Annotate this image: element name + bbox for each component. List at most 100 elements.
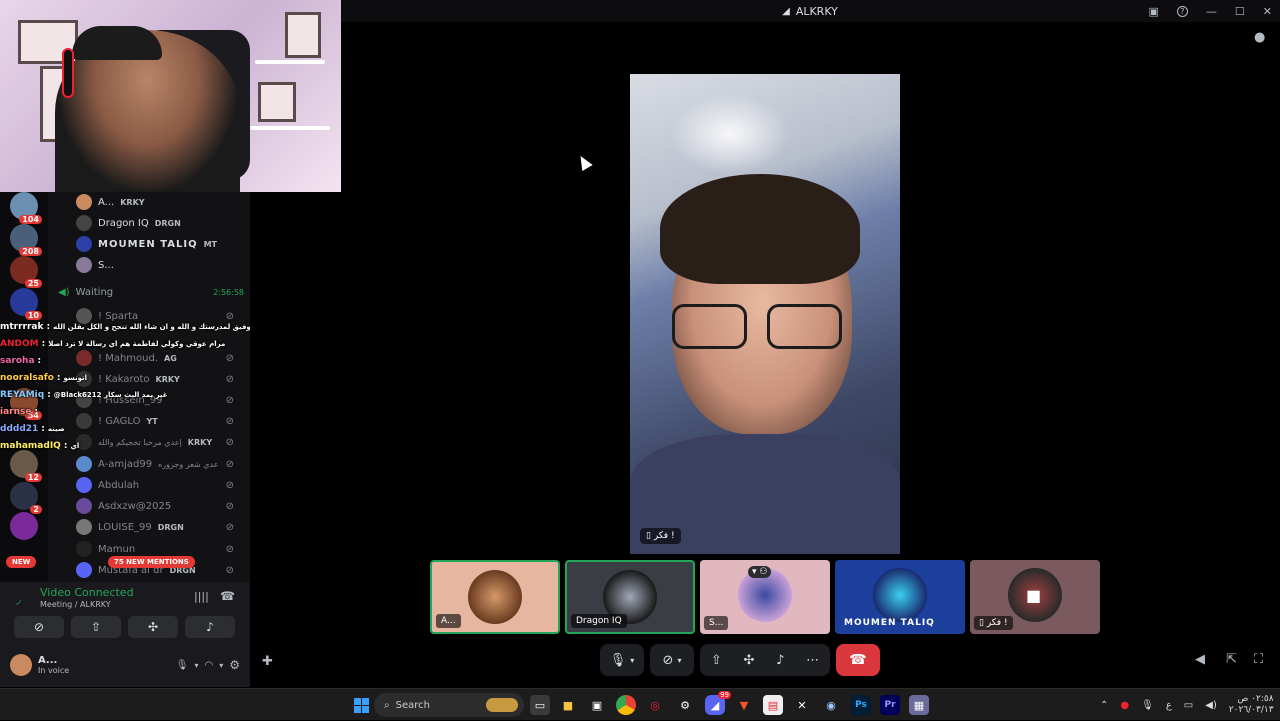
settings-gear-icon[interactable]: ⚙: [229, 658, 240, 672]
minimize-button[interactable]: —: [1206, 5, 1217, 18]
participant-tile[interactable]: ▾ ⚇ S...: [700, 560, 830, 634]
disconnect-icon[interactable]: ☎: [220, 589, 235, 603]
main-video-feed[interactable]: ▯ فكر !: [630, 74, 900, 554]
discord-taskbar-icon[interactable]: ◢ 99: [705, 691, 731, 715]
more-options-icon[interactable]: ⋯: [806, 653, 819, 668]
chevron-down-icon[interactable]: ▾: [219, 661, 223, 670]
chevron-down-icon[interactable]: ▾: [194, 661, 198, 670]
microphone-icon: 🎙︎: [609, 652, 627, 668]
photoshop-icon[interactable]: Ps: [851, 695, 871, 715]
user-status: In voice: [38, 666, 70, 675]
chevron-up-icon[interactable]: ⌃: [1100, 700, 1108, 711]
app-window-icon[interactable]: ▦: [909, 695, 929, 715]
hang-up-button[interactable]: ☎: [836, 644, 880, 676]
mute-button[interactable]: 🎙︎ ▾: [600, 644, 644, 676]
headphones-icon[interactable]: ◠: [204, 660, 213, 671]
mentions-badge[interactable]: 75 NEW MENTIONS: [108, 556, 195, 568]
clock[interactable]: ٠٢:٥٨ ص ٢٠٢٦/٠٣/١٣: [1229, 694, 1274, 716]
chrome-icon[interactable]: [616, 695, 636, 715]
chat-user: mtrrrrak: [0, 321, 44, 332]
waiting-channel[interactable]: ◀) Waiting 2:56:58: [58, 282, 244, 302]
microphone-tray-icon[interactable]: 🎙︎: [1141, 700, 1154, 711]
file-explorer-icon[interactable]: ■: [558, 695, 578, 715]
waiting-user[interactable]: A-amjad99 عدي شعر وجزوره ⊘: [76, 454, 246, 474]
muted-icon: ⊘: [225, 564, 234, 576]
server-icon[interactable]: [10, 512, 38, 540]
help-icon[interactable]: ?: [1176, 5, 1188, 17]
voice-user[interactable]: MOUMEN TALIQ MT: [76, 234, 246, 254]
fullscreen-icon[interactable]: ⛶: [1254, 652, 1263, 667]
microphone-icon[interactable]: 🎙︎: [176, 660, 189, 671]
camera-off-button[interactable]: ⊘: [14, 616, 64, 638]
participant-tile[interactable]: MOUMEN TALIQ: [835, 560, 965, 634]
maximize-button[interactable]: ☐: [1235, 5, 1245, 18]
voice-user-name: Dragon IQ: [98, 217, 149, 229]
server-icon[interactable]: 2: [10, 482, 42, 514]
task-view-icon[interactable]: ▭: [530, 695, 550, 715]
avatar: [468, 570, 522, 624]
stream-chat-overlay: mtrrrrak: كل التوفيق لمدرستك و الله و ان …: [0, 318, 250, 454]
waiting-user[interactable]: Asdxzw@2025 ⊘: [76, 496, 246, 516]
tray-app-icon[interactable]: ●: [1120, 700, 1129, 711]
store-icon[interactable]: ▣: [587, 695, 607, 715]
share-screen-icon[interactable]: ⇧: [711, 653, 722, 668]
search-icon: ⌕: [384, 699, 390, 711]
screen-share-icon[interactable]: ▣: [1149, 5, 1159, 18]
pdf-icon[interactable]: ▤: [763, 695, 783, 715]
activities-button[interactable]: ✣: [128, 616, 178, 638]
settings-icon[interactable]: ⚙: [675, 695, 695, 715]
avatar: [10, 654, 32, 676]
waiting-user-name: Abdulah: [98, 479, 140, 491]
language-indicator-icon[interactable]: ع: [1166, 700, 1172, 711]
volume-tray-icon[interactable]: ◀): [1205, 700, 1217, 711]
server-badge: 12: [24, 473, 42, 482]
taskbar-search[interactable]: ⌕ Search: [374, 693, 524, 717]
volume-icon[interactable]: ◀: [1195, 652, 1205, 667]
waiting-user[interactable]: Abdulah ⊘: [76, 475, 246, 495]
discord-notification-badge: 99: [718, 691, 731, 699]
premiere-icon[interactable]: Pr: [880, 695, 900, 715]
network-icon[interactable]: ▭: [1184, 700, 1193, 711]
new-badge[interactable]: NEW: [6, 556, 37, 568]
user-panel[interactable]: A... In voice 🎙︎ ▾ ◠ ▾ ⚙: [10, 652, 240, 678]
muted-icon: ⊘: [225, 521, 234, 533]
brave-icon[interactable]: ▼: [734, 695, 754, 715]
camera-icon: ■: [1026, 586, 1042, 605]
soundboard-icon[interactable]: ♪: [776, 653, 784, 668]
connection-channel[interactable]: Meeting / ALKRKY: [40, 600, 111, 609]
participant-glasses: [672, 304, 852, 352]
server-icon[interactable]: 25: [10, 256, 42, 288]
wall-frame: [258, 82, 296, 122]
soundboard-button[interactable]: ♪: [185, 616, 235, 638]
server-icon[interactable]: 10: [10, 288, 42, 320]
pop-out-icon[interactable]: ⇱: [1226, 652, 1237, 667]
user-tag: KRKY: [120, 197, 145, 207]
wall-shelf: [255, 60, 325, 64]
server-icon[interactable]: 104: [10, 192, 42, 224]
windows-start-icon[interactable]: [351, 695, 371, 715]
connection-status[interactable]: Video Connected: [40, 586, 134, 599]
camera-off-icon: ⊘: [33, 620, 45, 634]
app-icon[interactable]: ◎: [645, 695, 665, 715]
server-icon[interactable]: 208: [10, 224, 42, 256]
noise-suppression-icon[interactable]: ||||: [194, 590, 209, 603]
voice-user[interactable]: S...: [76, 255, 246, 275]
voice-user[interactable]: Dragon IQ DRGN: [76, 213, 246, 233]
participant-tile[interactable]: Dragon IQ: [565, 560, 695, 634]
add-user-icon[interactable]: ✚: [262, 654, 273, 669]
chat-bubble-icon[interactable]: ●: [1254, 30, 1265, 45]
participant-tile[interactable]: ■ ▯ فكر !: [970, 560, 1100, 634]
steam-icon[interactable]: ◉: [821, 695, 841, 715]
waiting-user[interactable]: LOUISE_99 DRGN ⊘: [76, 517, 246, 537]
window-title-area: ◢ ALKRKY: [782, 5, 838, 18]
activities-icon[interactable]: ✣: [743, 653, 754, 668]
chat-user: iarnse: [0, 406, 32, 417]
capcut-icon[interactable]: ✕: [792, 695, 812, 715]
close-button[interactable]: ✕: [1263, 5, 1272, 18]
share-screen-button[interactable]: ⇧: [71, 616, 121, 638]
voice-user[interactable]: A... KRKY: [76, 192, 246, 212]
server-icon[interactable]: 12: [10, 450, 42, 482]
camera-button[interactable]: ⊘ ▾: [650, 644, 694, 676]
participant-tile[interactable]: A...: [430, 560, 560, 634]
waiting-channel-label: Waiting: [75, 286, 114, 298]
